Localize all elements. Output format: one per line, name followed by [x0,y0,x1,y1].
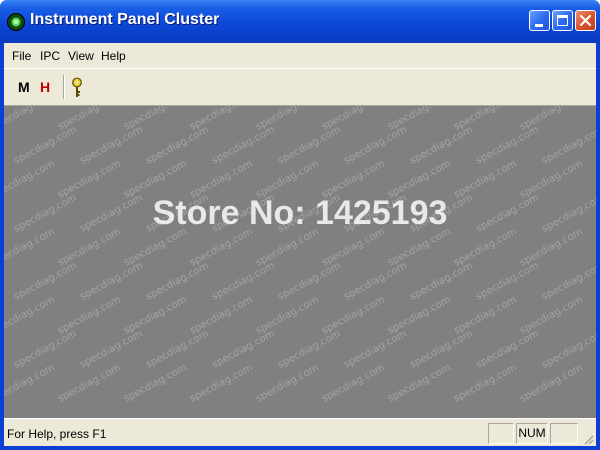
watermark-text: specdiag.com [144,260,210,302]
watermark-text: specdiag.com [276,260,342,302]
watermark-text: specdiag.com [188,362,254,404]
watermark-text: specdiag.com [408,260,474,302]
watermark-text: specdiag.com [122,294,188,336]
watermark-text: specdiag.com [4,106,57,133]
watermark-text: specdiag.com [540,124,596,166]
toolbar-separator [63,75,65,99]
watermark-text: specdiag.com [210,260,276,302]
watermark-text: specdiag.com [276,328,342,370]
window-bottom-border [0,446,600,450]
menu-help[interactable]: Help [101,49,126,63]
status-pane-scrl [550,423,578,444]
watermark-text: specdiag.com [78,124,144,166]
maximize-button[interactable] [552,10,573,31]
watermark-text: specdiag.com [56,362,122,404]
watermark-text: specdiag.com [320,294,386,336]
watermark-text: specdiag.com [540,260,596,302]
minimize-icon [535,24,543,27]
client-area[interactable]: specdiag.com specdiag.com specdiag.com spec… [4,106,596,418]
app-icon[interactable] [7,13,25,31]
m-button[interactable]: M [18,79,30,95]
watermark-text: specdiag.com [254,294,320,336]
watermark-text: specdiag.com [78,328,144,370]
help-key-icon [72,77,82,97]
status-pane-caps [488,423,514,444]
window-title: Instrument Panel Cluster [30,11,220,28]
watermark-text: specdiag.com [12,124,78,166]
watermark-text: specdiag.com [12,260,78,302]
watermark-text: specdiag.com [386,362,452,404]
status-message: For Help, press F1 [7,427,107,441]
watermark-text: specdiag.com [276,124,342,166]
toolbar: M H [4,68,596,106]
watermark-text: specdiag.com [342,260,408,302]
watermark-text: specdiag.com [144,124,210,166]
watermark-text: specdiag.com [78,260,144,302]
watermark-text: specdiag.com [386,294,452,336]
resize-grip-icon[interactable] [582,433,594,445]
status-bar: For Help, press F1 NUM [4,418,596,446]
watermark-text: specdiag.com [12,328,78,370]
watermark-text: specdiag.com [144,328,210,370]
store-number-overlay: Store No: 1425193 [152,194,448,232]
watermark-text: specdiag.com [408,328,474,370]
help-button[interactable] [70,77,84,99]
menu-view[interactable]: View [68,49,94,63]
watermark-text: specdiag.com [188,294,254,336]
watermark-text: specdiag.com [56,294,122,336]
status-pane-num: NUM [516,423,548,444]
watermark-text: specdiag.com [342,328,408,370]
minimize-button[interactable] [529,10,550,31]
menu-ipc[interactable]: IPC [40,49,60,63]
watermark-text: specdiag.com [518,362,584,404]
watermark-text: specdiag.com [474,124,540,166]
watermark-text: specdiag.com [210,124,276,166]
watermark-layer: specdiag.com specdiag.com specdiag.com spec… [4,106,596,405]
watermark-text: specdiag.com [474,260,540,302]
watermark-text: specdiag.com [210,328,276,370]
menu-bar: File IPC View Help [4,43,596,68]
watermark-text: specdiag.com [342,124,408,166]
watermark-text: specdiag.com [452,294,518,336]
watermark-text: specdiag.com [4,362,57,404]
watermark-text: specdiag.com [122,362,188,404]
watermark-text: specdiag.com [518,294,584,336]
h-button[interactable]: H [40,79,50,95]
watermark-text: specdiag.com [4,294,57,336]
close-icon [579,14,592,27]
watermark-text: specdiag.com [540,328,596,370]
app-window: Instrument Panel Cluster File IPC View H… [0,0,600,450]
maximize-icon [557,15,568,26]
watermark-text: specdiag.com [408,124,474,166]
watermark-text: specdiag.com [254,362,320,404]
watermark-text: specdiag.com [320,362,386,404]
watermark-text: specdiag.com [452,362,518,404]
close-button[interactable] [575,10,596,31]
title-bar[interactable]: Instrument Panel Cluster [0,0,600,43]
watermark-text: specdiag.com [474,328,540,370]
menu-file[interactable]: File [12,49,31,63]
